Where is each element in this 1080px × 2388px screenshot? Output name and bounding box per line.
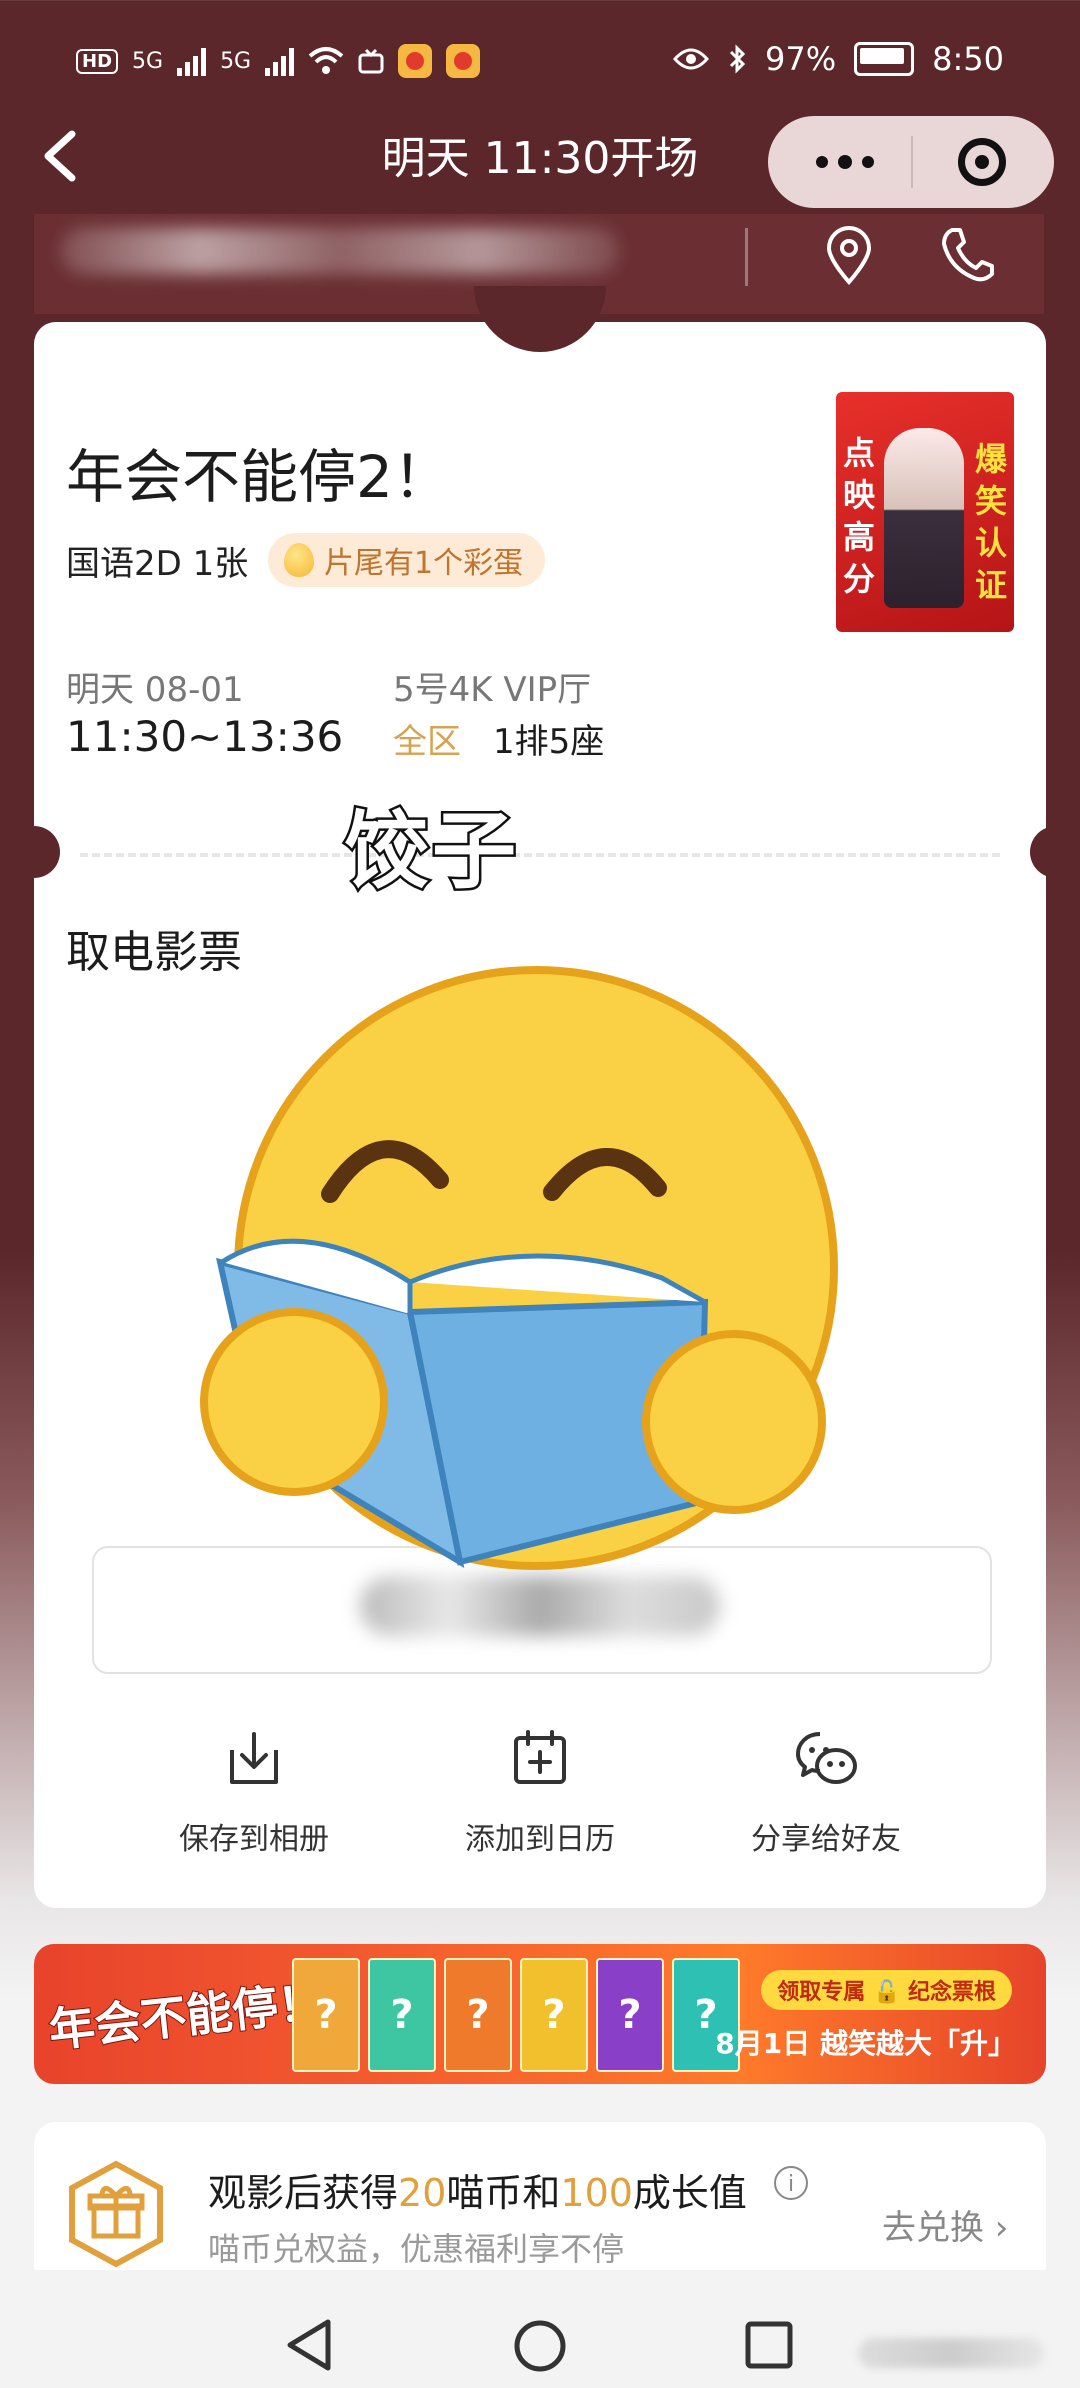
easter-egg-tag[interactable]: 片尾有1个彩蛋 xyxy=(268,533,546,587)
gift-icon xyxy=(69,2160,163,2268)
status-bar: HD 5G 5G 97% 8:50 xyxy=(0,0,1080,120)
location-icon[interactable] xyxy=(824,226,874,286)
watermark-blurred xyxy=(858,2338,1044,2368)
system-navigation-bar xyxy=(0,2270,1080,2388)
weibo-app-icon xyxy=(398,44,433,78)
recents-square-icon[interactable] xyxy=(744,2320,794,2370)
movie-title: 年会不能停2！ xyxy=(66,443,451,511)
wechat-icon xyxy=(796,1732,857,1784)
battery-icon xyxy=(854,42,915,76)
sticker-caption: 饺子 xyxy=(341,800,521,903)
clock: 8:50 xyxy=(932,40,1004,78)
weibo-app-icon-2 xyxy=(446,44,481,78)
reward-title: 观影后获得20喵币和100成长值 xyxy=(208,2162,747,2217)
banner-card: ? xyxy=(444,1958,512,2072)
status-left: HD 5G 5G xyxy=(76,44,481,78)
banner-card: ? xyxy=(520,1958,588,2072)
banner-logo: 年会不能停！ xyxy=(45,1974,327,2059)
share-to-friend-label: 分享给好友 xyxy=(751,1822,901,1857)
hall-name: 5号4K VIP厅 xyxy=(393,670,592,710)
banner-card: ? xyxy=(292,1958,360,2072)
poster-right-text: 爆笑认证 xyxy=(974,440,1007,604)
exchange-link[interactable]: 去兑换 › xyxy=(882,2200,1008,2249)
banner-card: ? xyxy=(368,1958,436,2072)
info-icon[interactable]: i xyxy=(774,2166,808,2200)
wifi-icon xyxy=(308,47,344,74)
phone-icon[interactable] xyxy=(940,226,994,284)
easter-egg-label: 片尾有1个彩蛋 xyxy=(324,546,524,581)
reward-title-mid: 喵币和 xyxy=(446,2171,561,2215)
more-options-icon[interactable] xyxy=(810,136,880,188)
poster-figures xyxy=(884,428,964,608)
show-date: 明天 08-01 xyxy=(66,670,244,710)
reward-growth: 100 xyxy=(560,2171,633,2215)
back-triangle-icon[interactable] xyxy=(284,2318,334,2372)
status-right: 97% 8:50 xyxy=(673,40,1004,78)
hd-badge: HD xyxy=(76,48,119,74)
ticket-notch-left xyxy=(8,826,60,878)
show-time: 11:30~13:36 xyxy=(66,712,344,761)
reading-emoji-sticker xyxy=(200,966,838,1570)
movie-poster[interactable]: 点映高分 爆笑认证 xyxy=(836,392,1014,632)
save-to-album-label: 保存到相册 xyxy=(179,1822,329,1857)
seat-area: 全区 xyxy=(393,722,461,762)
banner-card: ? xyxy=(596,1958,664,2072)
eye-icon xyxy=(673,48,710,70)
reward-title-post: 成长值 xyxy=(632,2171,747,2215)
promo-banner[interactable]: 年会不能停！ ? ? ? ? ? ? 领取专属 🔓 纪念票根 8月1日 越笑越大… xyxy=(34,1944,1046,2084)
add-to-calendar-label: 添加到日历 xyxy=(465,1822,615,1857)
signal-icon-2 xyxy=(265,46,295,76)
reward-coins: 20 xyxy=(398,2171,447,2215)
banner-date-text: 8月1日 越笑越大「升」 xyxy=(715,2027,1016,2060)
cinema-divider xyxy=(745,228,748,286)
signal-icon xyxy=(177,46,207,76)
reward-subtitle: 喵币兑权益，优惠福利享不停 xyxy=(208,2230,625,2268)
battery-percent: 97% xyxy=(765,40,837,78)
signal-label-1: 5G xyxy=(132,48,164,74)
share-to-friend-button[interactable]: 分享给好友 xyxy=(716,1726,936,1858)
add-to-calendar-button[interactable]: 添加到日历 xyxy=(430,1726,650,1858)
ticket-perforation xyxy=(80,853,1000,857)
capsule-divider xyxy=(911,136,913,188)
seat-number: 1排5座 xyxy=(493,722,605,762)
egg-icon xyxy=(284,543,314,577)
home-circle-icon[interactable] xyxy=(512,2318,568,2374)
reward-title-pre: 观影后获得 xyxy=(208,2171,399,2215)
ticket-notch-right xyxy=(1030,826,1080,878)
close-mini-program-icon[interactable] xyxy=(958,138,1006,186)
save-to-album-button[interactable]: 保存到相册 xyxy=(144,1726,364,1858)
banner-claim-pill: 领取专属 🔓 纪念票根 xyxy=(761,1970,1012,2010)
mini-program-capsule xyxy=(768,116,1054,208)
download-icon xyxy=(230,1732,278,1784)
calendar-add-icon xyxy=(514,1730,566,1784)
banner-ticket-cards: ? ? ? ? ? ? xyxy=(292,1958,740,2072)
cinema-name-blurred xyxy=(60,228,620,274)
movie-format: 国语2D 1张 xyxy=(66,544,249,584)
signal-label-2: 5G xyxy=(220,48,252,74)
tv-icon xyxy=(358,48,384,74)
poster-left-text: 点映高分 xyxy=(842,434,875,598)
bluetooth-icon xyxy=(729,44,746,74)
